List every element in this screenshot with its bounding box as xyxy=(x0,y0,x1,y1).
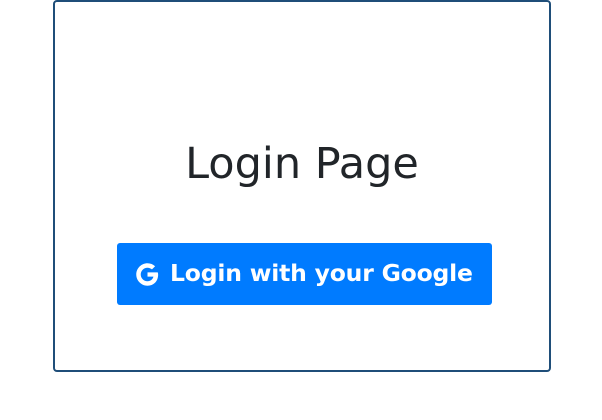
google-login-label: Login with your Google xyxy=(170,259,473,287)
google-g-icon xyxy=(133,260,162,289)
google-login-button[interactable]: Login with your Google xyxy=(117,243,492,305)
login-card: Login Page Login with your Google xyxy=(53,0,551,372)
page-title: Login Page xyxy=(185,139,419,189)
